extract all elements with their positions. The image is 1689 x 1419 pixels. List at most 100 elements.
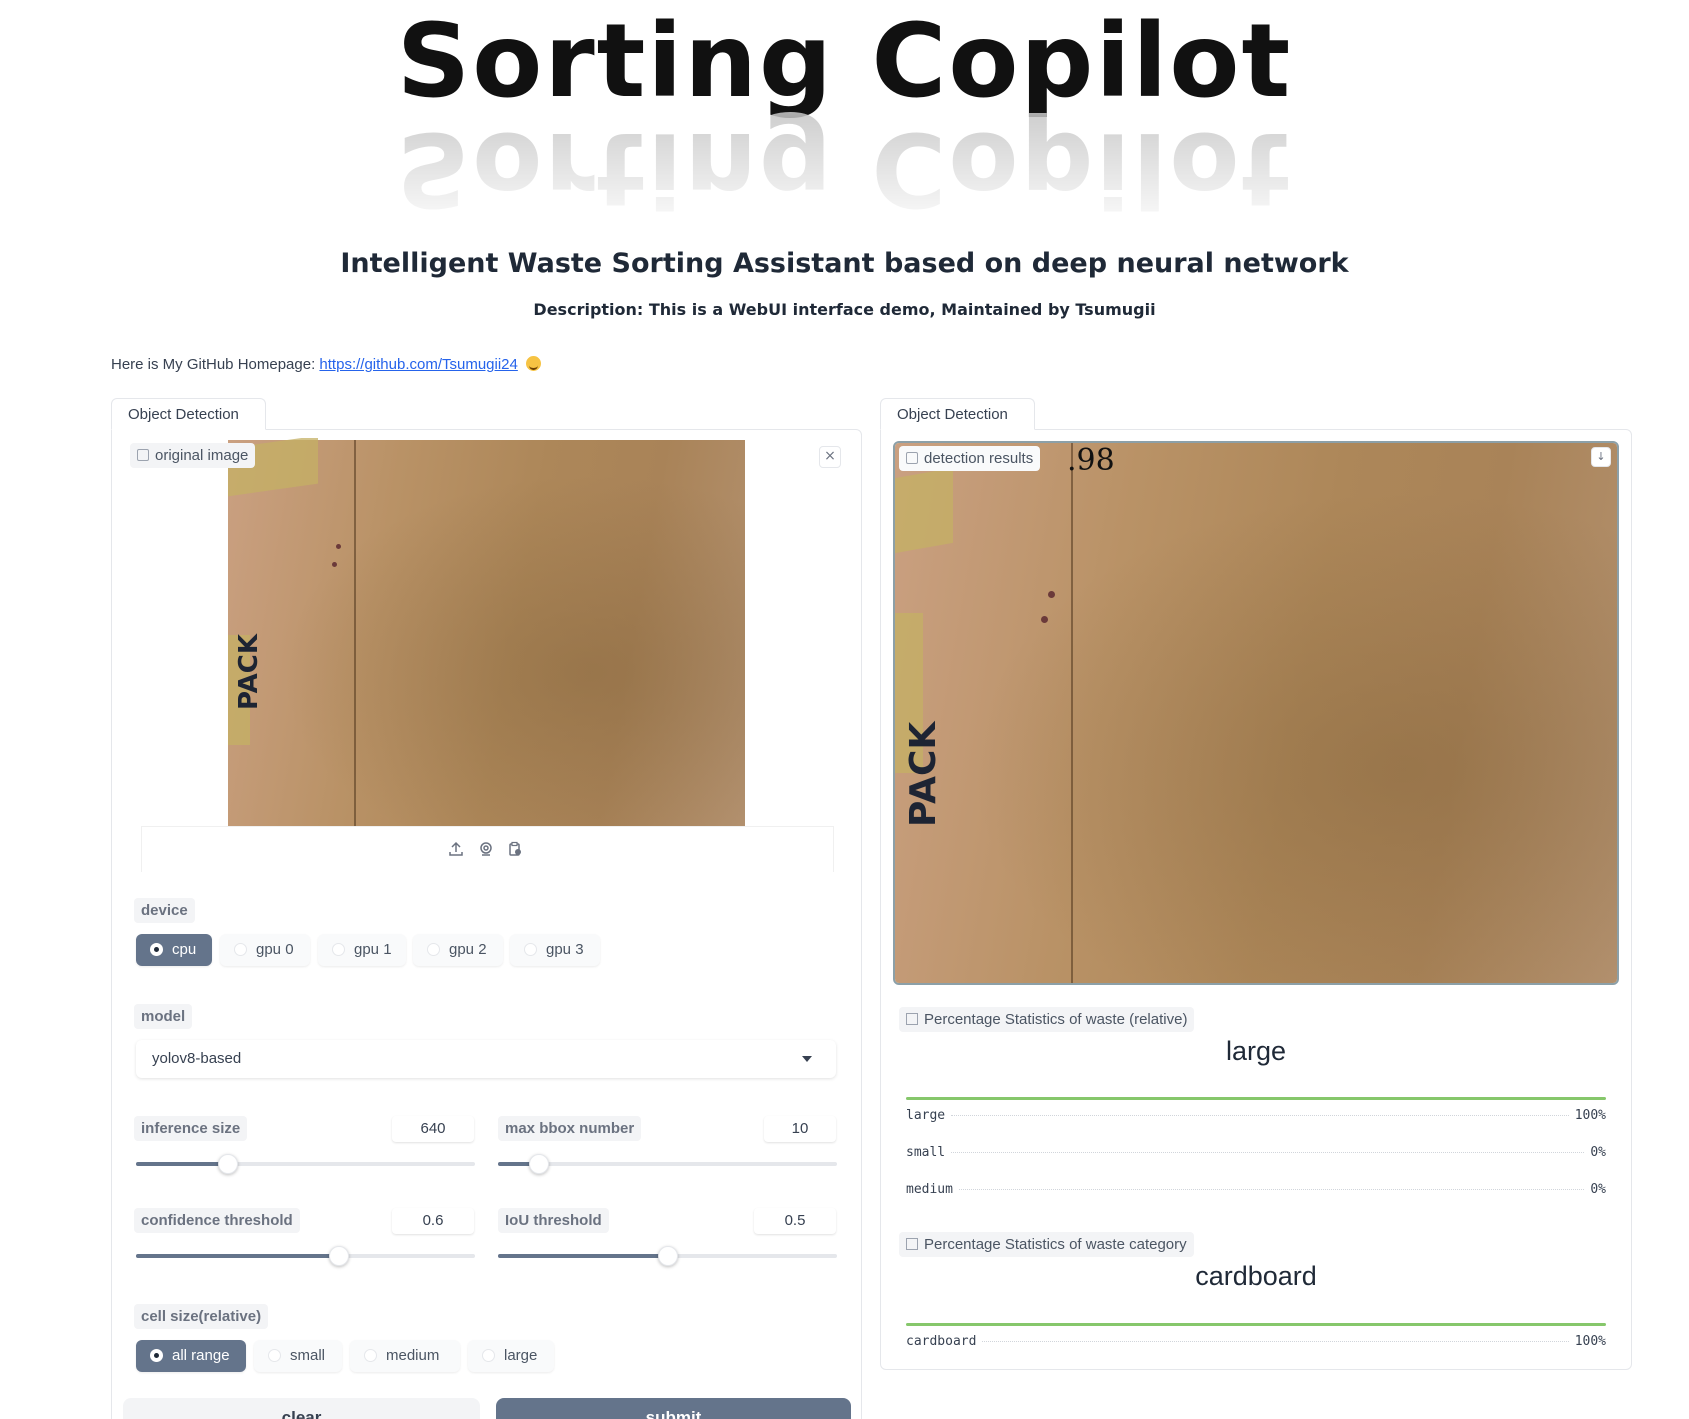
original-image-area[interactable]: PACK (140, 438, 834, 826)
size-stats-row: small 0% (906, 1145, 1606, 1160)
slider-fill (136, 1162, 228, 1166)
device-label: device (134, 898, 195, 923)
radio-dot (332, 943, 345, 956)
model-dropdown-value: yolov8-based (152, 1050, 242, 1067)
page-subtitle: Intelligent Waste Sorting Assistant base… (340, 248, 1349, 279)
device-option-label: gpu 0 (256, 941, 294, 958)
bar-chart-icon (906, 1013, 918, 1025)
confidence-threshold-input[interactable]: 0.6 (392, 1208, 474, 1234)
inference-size-slider[interactable] (136, 1154, 475, 1174)
smiling-face-icon (526, 356, 542, 371)
bar-chart-icon (906, 1238, 918, 1250)
cell-size-option-label: all range (172, 1347, 230, 1364)
image-pack-text: PACK (234, 633, 264, 710)
iou-threshold-slider[interactable] (498, 1246, 837, 1266)
stat-row-name: medium (906, 1182, 953, 1197)
result-pack-text: PACK (903, 721, 944, 827)
webcam-icon[interactable] (478, 841, 494, 857)
cell-size-option-all-range[interactable]: all range (136, 1340, 246, 1372)
size-stats-bar (906, 1097, 1606, 1100)
stat-row-value: 100% (1574, 1334, 1606, 1349)
device-option-gpu3[interactable]: gpu 3 (510, 934, 600, 966)
model-dropdown[interactable]: yolov8-based (136, 1040, 836, 1078)
confidence-threshold-label: confidence threshold (134, 1208, 300, 1233)
cell-size-option-label: small (290, 1347, 326, 1364)
clipboard-icon[interactable] (507, 841, 523, 857)
clear-button[interactable]: clear (123, 1398, 480, 1419)
device-option-gpu2[interactable]: gpu 2 (413, 934, 503, 966)
detection-results-image: PACK (895, 443, 1617, 983)
cell-size-option-label: large (504, 1347, 538, 1364)
category-stats-bar (906, 1323, 1606, 1326)
device-option-gpu0[interactable]: gpu 0 (220, 934, 310, 966)
stat-row-name: small (906, 1145, 946, 1160)
device-option-label: gpu 1 (354, 941, 392, 958)
radio-dot (234, 943, 247, 956)
slider-fill (136, 1254, 340, 1258)
github-link[interactable]: https://github.com/Tsumugii24 (319, 356, 517, 373)
inference-size-label: inference size (134, 1116, 248, 1141)
size-stats-label: Percentage Statistics of waste (relative… (899, 1007, 1195, 1032)
cell-size-option-label: medium (386, 1347, 440, 1364)
radio-dot (364, 1349, 377, 1362)
cell-size-option-large[interactable]: large (468, 1340, 554, 1372)
stat-row-value: 0% (1590, 1145, 1606, 1160)
logo-title: Sorting Copilot (396, 2, 1293, 121)
stat-row-value: 0% (1590, 1182, 1606, 1197)
tab-object-detection-right[interactable]: Object Detection (880, 398, 1035, 430)
size-stats-label-text: Percentage Statistics of waste (relative… (924, 1011, 1188, 1028)
radio-dot (268, 1349, 281, 1362)
close-icon[interactable]: × (819, 446, 841, 468)
category-stats-top: cardboard (1195, 1261, 1317, 1291)
tab-object-detection-left[interactable]: Object Detection (111, 398, 266, 430)
chevron-down-icon (802, 1056, 812, 1062)
size-stats-top: large (1225, 1036, 1287, 1066)
stat-row-name: large (906, 1108, 946, 1123)
slider-handle[interactable] (217, 1154, 238, 1174)
cell-size-option-medium[interactable]: medium (350, 1340, 460, 1372)
submit-button[interactable]: submit (496, 1398, 851, 1419)
stat-row-name: cardboard (906, 1334, 977, 1349)
radio-dot (150, 1349, 163, 1362)
slider-handle[interactable] (528, 1154, 549, 1174)
stat-row-value: 100% (1574, 1108, 1606, 1123)
iou-threshold-input[interactable]: 0.5 (754, 1208, 836, 1234)
github-line: Here is My GitHub Homepage: https://gith… (111, 356, 542, 373)
image-icon (906, 452, 918, 464)
detection-results-image-area: PACK .98 (893, 441, 1619, 985)
slider-fill (498, 1254, 668, 1258)
confidence-overlay: .98 (1067, 443, 1115, 478)
device-option-gpu1[interactable]: gpu 1 (318, 934, 406, 966)
slider-handle[interactable] (657, 1246, 678, 1266)
category-stats-label-text: Percentage Statistics of waste category (924, 1236, 1187, 1253)
image-toolbar (141, 826, 834, 872)
radio-dot (482, 1349, 495, 1362)
logo-reflection: Sorting Copilot (396, 109, 1293, 228)
page-description: Description: This is a WebUI interface d… (533, 300, 1156, 319)
size-stats-row: medium 0% (906, 1182, 1606, 1197)
max-bbox-label: max bbox number (498, 1116, 642, 1141)
download-icon[interactable]: ↓ (1591, 447, 1611, 467)
radio-dot (524, 943, 537, 956)
inference-size-input[interactable]: 640 (392, 1116, 474, 1142)
device-option-label: cpu (172, 941, 197, 958)
cell-size-label: cell size(relative) (134, 1304, 269, 1329)
original-image-label-text: original image (155, 447, 249, 464)
max-bbox-slider[interactable] (498, 1154, 837, 1174)
model-label: model (134, 1004, 193, 1029)
original-image-label: original image (130, 443, 256, 468)
max-bbox-input[interactable]: 10 (764, 1116, 836, 1142)
cell-size-option-small[interactable]: small (254, 1340, 342, 1372)
detection-results-label: detection results (899, 446, 1041, 471)
size-stats-row: large 100% (906, 1108, 1606, 1123)
confidence-threshold-slider[interactable] (136, 1246, 475, 1266)
device-option-cpu[interactable]: cpu (136, 934, 212, 966)
category-stats-label: Percentage Statistics of waste category (899, 1232, 1194, 1257)
device-option-label: gpu 3 (546, 941, 584, 958)
github-prefix: Here is My GitHub Homepage: (111, 356, 320, 373)
radio-dot (427, 943, 440, 956)
image-icon (137, 449, 149, 461)
upload-icon[interactable] (448, 841, 464, 857)
detection-results-label-text: detection results (924, 450, 1034, 467)
iou-threshold-label: IoU threshold (498, 1208, 609, 1233)
